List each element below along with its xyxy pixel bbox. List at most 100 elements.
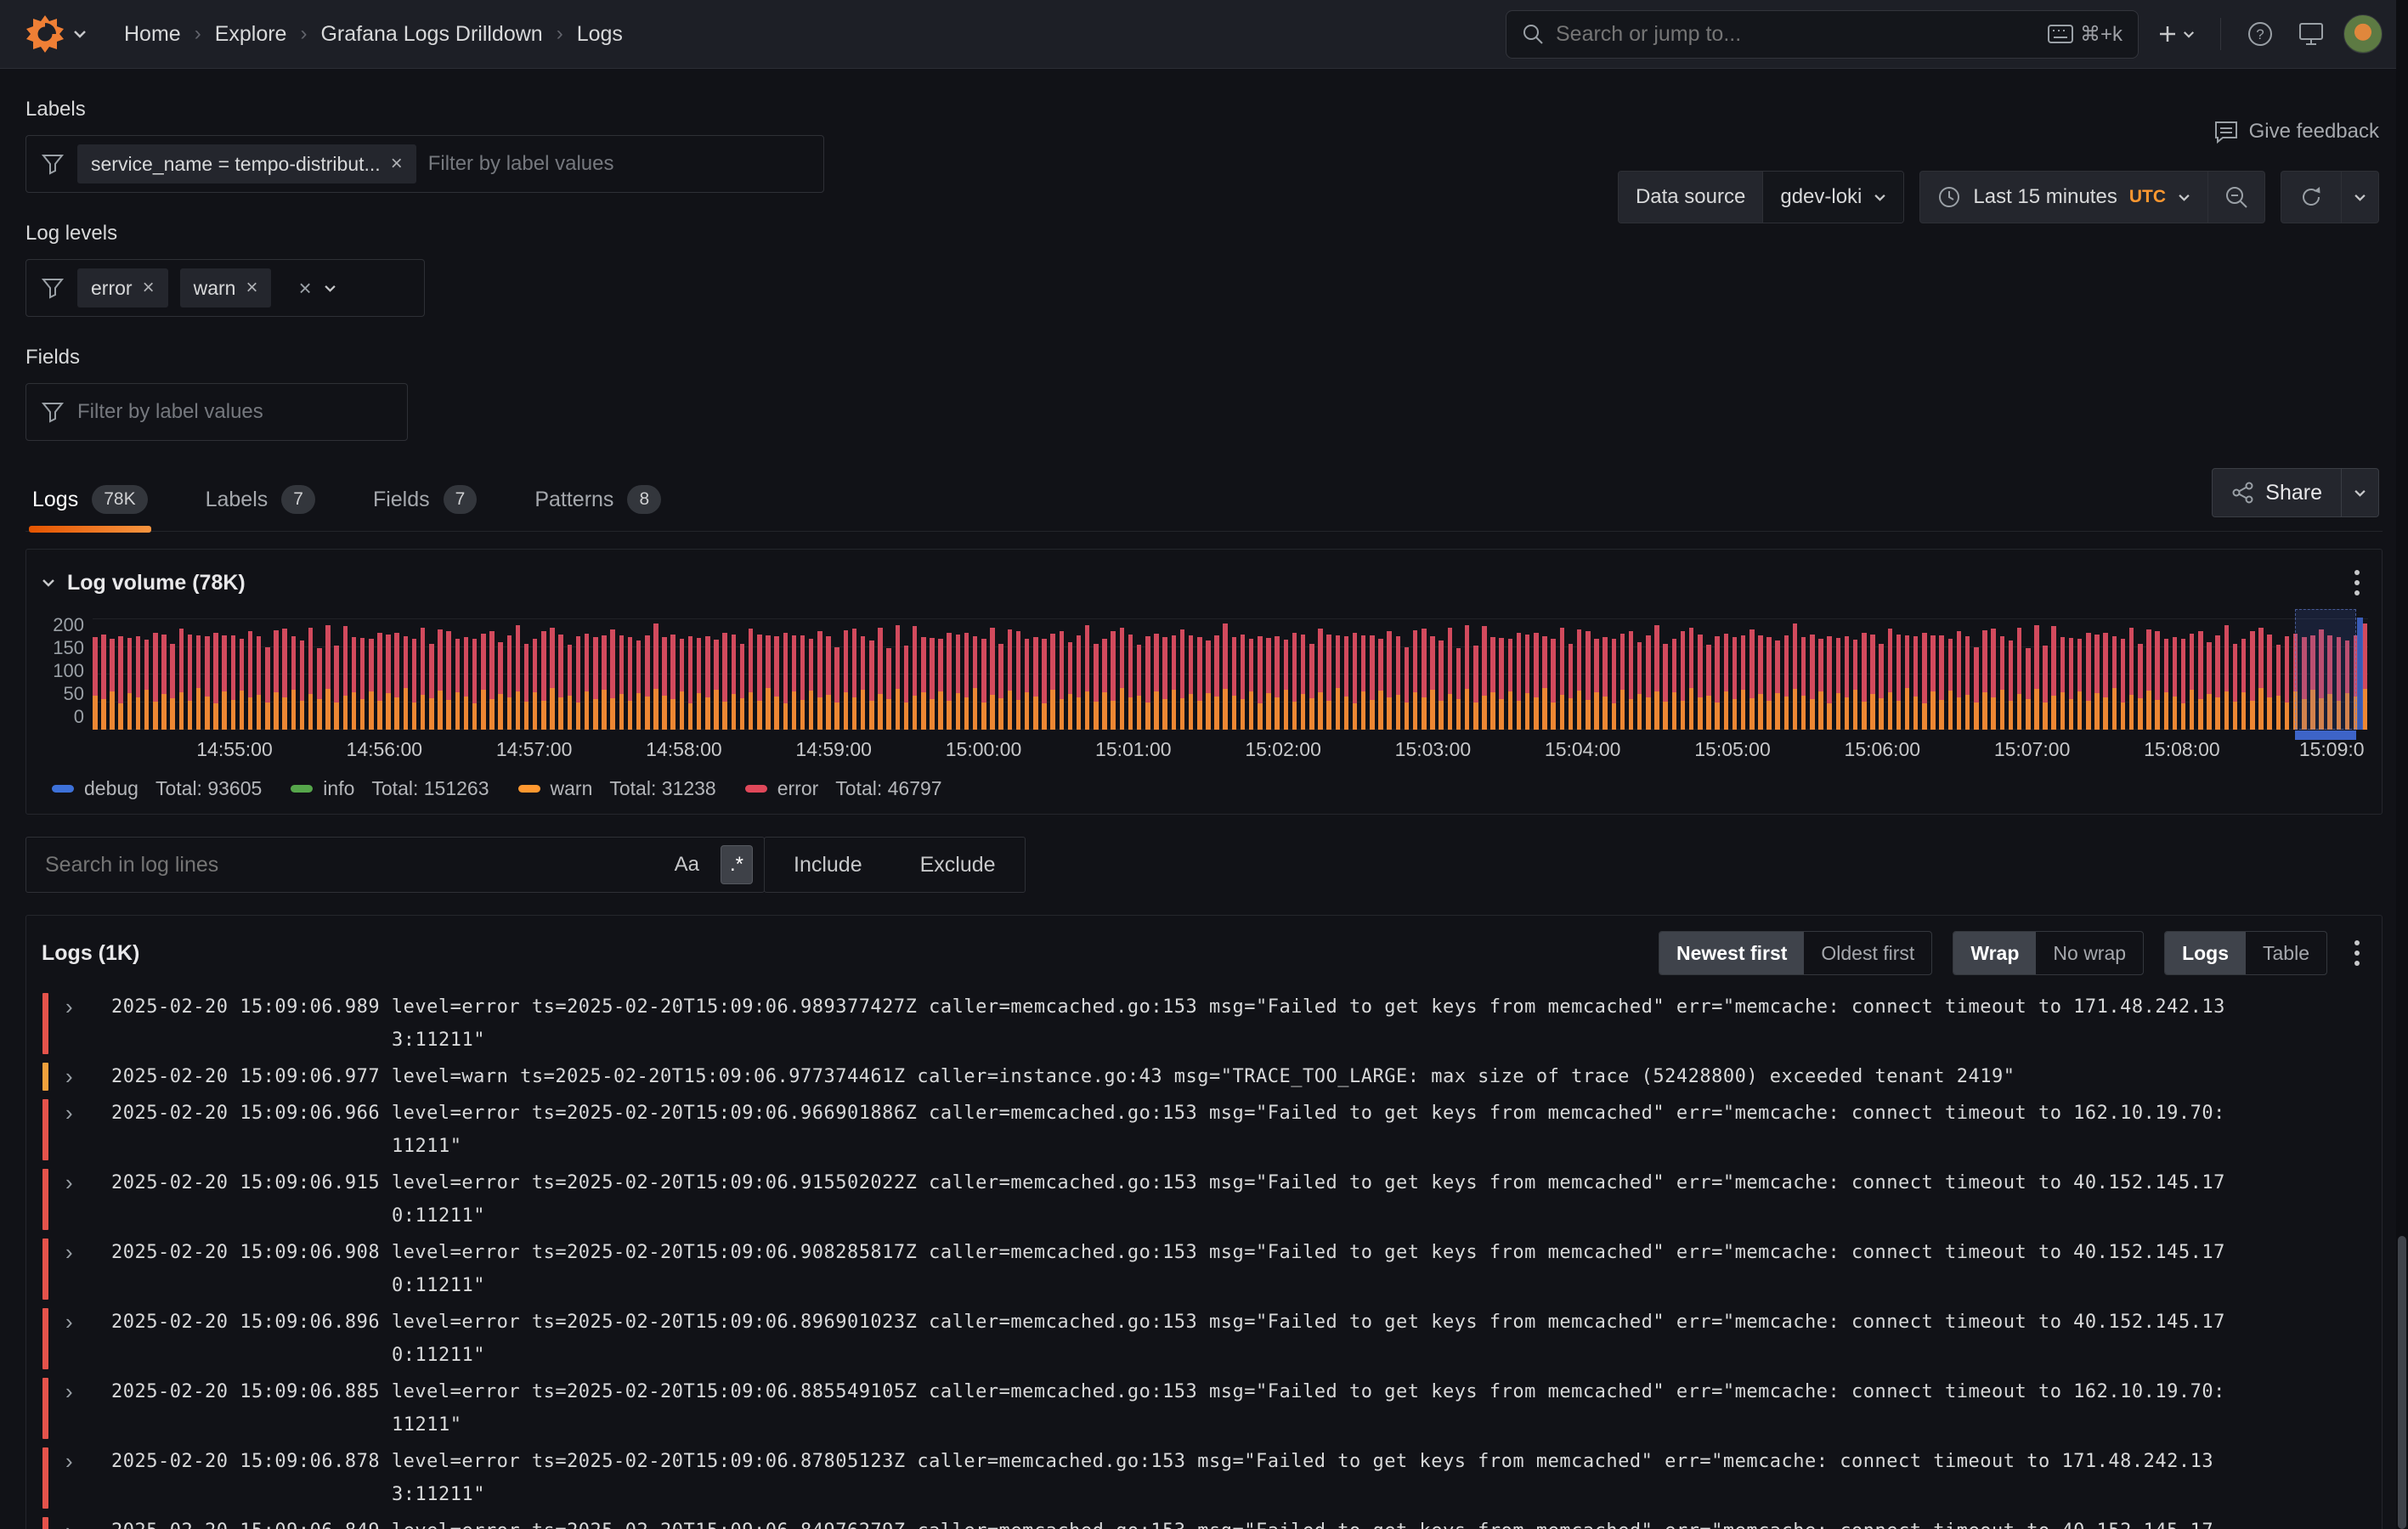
volume-bar[interactable] (1162, 637, 1167, 730)
volume-bar[interactable] (1594, 639, 1599, 730)
volume-bar[interactable] (1378, 639, 1383, 730)
volume-bar[interactable] (144, 640, 150, 730)
volume-bar[interactable] (274, 630, 279, 730)
volume-bar[interactable] (1370, 635, 1375, 730)
volume-bar[interactable] (2138, 644, 2143, 730)
expand-row-icon[interactable]: › (65, 1100, 73, 1126)
volume-bar[interactable] (2094, 635, 2100, 730)
volume-bar[interactable] (2258, 628, 2264, 730)
volume-bar[interactable] (896, 625, 901, 730)
volume-bar[interactable] (2103, 633, 2108, 730)
volume-bar[interactable] (628, 637, 633, 730)
expand-row-icon[interactable]: › (65, 1448, 73, 1475)
volume-bar[interactable] (1396, 636, 1401, 730)
volume-bar[interactable] (2224, 625, 2230, 730)
volume-bar[interactable] (662, 637, 667, 730)
volume-bar[interactable] (2215, 635, 2220, 730)
volume-bar[interactable] (377, 633, 382, 730)
volume-bar[interactable] (817, 631, 822, 730)
volume-bar[interactable] (749, 629, 754, 730)
volume-bar[interactable] (1879, 644, 1884, 730)
volume-bar[interactable] (1490, 637, 1495, 730)
volume-bar[interactable] (998, 644, 1003, 730)
global-search-box[interactable]: ⌘+k (1506, 10, 2139, 59)
tab-patterns[interactable]: Patterns8 (531, 473, 664, 531)
volume-bar[interactable] (1603, 637, 1608, 730)
panel-menu-kebab[interactable] (2348, 563, 2366, 602)
volume-bar[interactable] (680, 639, 685, 730)
volume-bar[interactable] (136, 636, 141, 730)
volume-bar[interactable] (1525, 635, 1530, 730)
chart-selection-edge[interactable] (2357, 618, 2363, 730)
volume-bar[interactable] (2051, 626, 2056, 730)
volume-bar[interactable] (1258, 636, 1263, 730)
expand-row-icon[interactable]: › (65, 994, 73, 1020)
volume-bar[interactable] (2276, 645, 2281, 730)
view-logs[interactable]: Logs (2165, 932, 2246, 974)
clear-levels-icon[interactable]: × (298, 275, 311, 302)
volume-bar[interactable] (1517, 633, 1522, 730)
volume-bar[interactable] (1344, 636, 1349, 731)
volume-bar[interactable] (1741, 635, 1746, 730)
volume-bar[interactable] (826, 636, 831, 730)
volume-bar[interactable] (1473, 646, 1478, 730)
volume-bar[interactable] (1301, 635, 1306, 730)
volume-bar[interactable] (1672, 639, 1677, 730)
volume-bar[interactable] (1318, 629, 1323, 730)
volume-bar[interactable] (1422, 629, 1427, 730)
volume-bar[interactable] (1749, 629, 1755, 730)
volume-bar[interactable] (1801, 637, 1806, 730)
volume-bar[interactable] (464, 637, 469, 730)
volume-bar[interactable] (2026, 648, 2031, 730)
volume-bar[interactable] (455, 639, 461, 730)
volume-bar[interactable] (317, 648, 322, 730)
log-search-box[interactable]: Aa .* (25, 837, 765, 893)
volume-bar[interactable] (1784, 635, 1789, 730)
volume-bar[interactable] (205, 636, 210, 731)
volume-bar[interactable] (1766, 637, 1772, 730)
expand-row-icon[interactable]: › (65, 1170, 73, 1196)
volume-bar[interactable] (1888, 629, 1893, 730)
volume-bar[interactable] (2086, 633, 2091, 730)
volume-bar[interactable] (1922, 633, 1927, 730)
volume-bar[interactable] (1387, 631, 1392, 730)
volume-bar[interactable] (1197, 637, 1202, 730)
volume-bar[interactable] (1870, 635, 1875, 730)
volume-bar[interactable] (1706, 645, 1711, 730)
volume-bar[interactable] (1715, 636, 1720, 730)
collapse-chevron-icon[interactable] (42, 578, 55, 587)
exclude-button[interactable]: Exclude (891, 838, 1025, 892)
volume-bar[interactable] (308, 628, 314, 730)
fields-filter-bar[interactable]: Filter by label values (25, 383, 408, 441)
volume-bar[interactable] (636, 640, 642, 730)
volume-bar[interactable] (1430, 636, 1435, 730)
volume-bar[interactable] (1180, 629, 1185, 730)
volume-bar[interactable] (766, 635, 771, 730)
volume-bar[interactable] (1326, 635, 1331, 730)
volume-bar[interactable] (930, 638, 935, 730)
volume-bar[interactable] (161, 635, 167, 730)
volume-bar[interactable] (670, 635, 675, 730)
volume-bar[interactable] (352, 637, 357, 730)
volume-bar[interactable] (1405, 647, 1410, 730)
volume-bar[interactable] (1050, 634, 1055, 730)
volume-bar[interactable] (1551, 639, 1556, 730)
legend-item-error[interactable]: errorTotal: 46797 (745, 777, 942, 800)
volume-bar[interactable] (1629, 631, 1634, 730)
volume-bar[interactable] (576, 636, 581, 730)
volume-bar[interactable] (1896, 635, 1902, 730)
volume-bar[interactable] (1189, 635, 1194, 730)
user-avatar[interactable] (2343, 14, 2383, 54)
volume-bar[interactable] (446, 631, 451, 730)
volume-bar[interactable] (394, 633, 399, 730)
volume-bar[interactable] (1646, 635, 1651, 730)
volume-bar[interactable] (1845, 636, 1850, 730)
volume-bar[interactable] (1120, 628, 1125, 730)
volume-bar[interactable] (1232, 637, 1237, 730)
sort-newest-first[interactable]: Newest first (1659, 932, 1804, 974)
expand-row-icon[interactable]: › (65, 1518, 73, 1529)
volume-bar[interactable] (740, 644, 745, 730)
volume-bar[interactable] (956, 635, 961, 730)
zoom-out-time-button[interactable] (2207, 172, 2264, 223)
volume-bar[interactable] (913, 626, 918, 730)
